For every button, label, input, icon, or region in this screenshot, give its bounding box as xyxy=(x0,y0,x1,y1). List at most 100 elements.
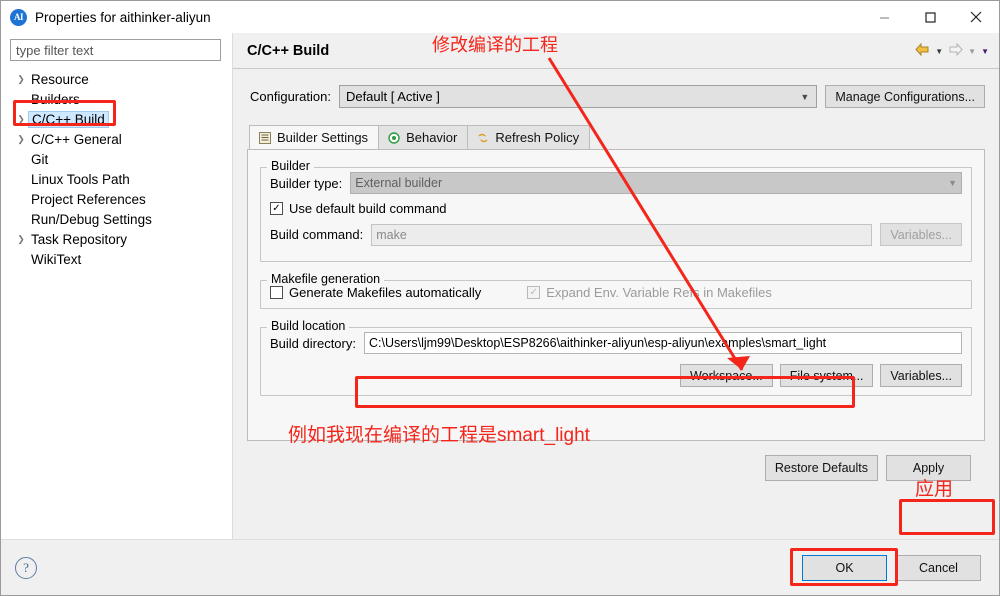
sidebar-item-resource[interactable]: ❯ Resource xyxy=(10,69,231,89)
sidebar-item-git[interactable]: ❯ Git xyxy=(10,149,231,169)
maximize-icon[interactable] xyxy=(907,1,953,33)
build-location-variables-button[interactable]: Variables... xyxy=(880,364,962,387)
makefile-generation-group: Makefile generation Generate Makefiles a… xyxy=(260,272,972,309)
settings-sidebar: type filter text ❯ Resource ❯ Builders ❯… xyxy=(1,33,232,539)
footer-buttons: OK Cancel xyxy=(802,554,981,581)
build-command-value: make xyxy=(376,227,407,242)
ok-button[interactable]: OK xyxy=(802,554,887,581)
filter-input[interactable]: type filter text xyxy=(10,39,221,61)
file-system-button[interactable]: File system... xyxy=(779,364,874,387)
sidebar-item-label: Task Repository xyxy=(31,231,128,247)
build-location-group-title: Build location xyxy=(267,319,350,333)
sidebar-item-label: Builders xyxy=(31,91,80,107)
help-icon[interactable]: ? xyxy=(15,556,37,579)
target-icon xyxy=(387,131,401,145)
dialog-body: type filter text ❯ Resource ❯ Builders ❯… xyxy=(1,33,999,539)
back-dropdown-caret-icon[interactable]: ▼ xyxy=(935,47,943,56)
chevron-down-icon: ▼ xyxy=(800,91,810,102)
settings-tree: ❯ Resource ❯ Builders ❯ C/C++ Build ❯ C/… xyxy=(1,69,231,269)
tab-builder-settings[interactable]: Builder Settings xyxy=(249,125,380,149)
workspace-button[interactable]: Workspace... xyxy=(680,364,773,387)
builder-type-row: Builder type: External builder ▼ xyxy=(270,172,962,194)
build-directory-label: Build directory: xyxy=(270,335,356,351)
expand-env-variable-refs-row: ✓ Expand Env. Variable Refs in Makefiles xyxy=(527,285,772,300)
build-command-input: make xyxy=(371,223,873,246)
chevron-right-icon[interactable]: ❯ xyxy=(14,234,28,245)
view-menu-caret-icon[interactable]: ▼ xyxy=(981,47,989,56)
dialog-footer: ? OK Cancel xyxy=(1,539,999,595)
chevron-right-icon[interactable]: ❯ xyxy=(14,74,28,85)
build-command-row: Build command: make Variables... xyxy=(270,223,962,246)
build-directory-row: Build directory: C:\Users\ljm99\Desktop\… xyxy=(270,332,962,354)
tab-behavior[interactable]: Behavior xyxy=(378,125,469,149)
configuration-row: Configuration: Default [ Active ] ▼ Mana… xyxy=(247,85,985,108)
sidebar-item-label: Run/Debug Settings xyxy=(31,211,152,227)
build-location-group: Build location Build directory: C:\Users… xyxy=(260,319,972,396)
page-title: C/C++ Build xyxy=(247,42,330,59)
sidebar-item-label: C/C++ Build xyxy=(28,110,109,128)
cancel-button[interactable]: Cancel xyxy=(896,554,981,581)
use-default-build-command-row[interactable]: ✓ Use default build command xyxy=(270,201,962,216)
refresh-icon xyxy=(476,131,490,145)
minimize-icon[interactable] xyxy=(861,1,907,33)
builder-type-label: Builder type: xyxy=(270,175,343,191)
build-location-buttons: Workspace... File system... Variables... xyxy=(270,364,962,387)
filter-placeholder: type filter text xyxy=(16,42,94,58)
configuration-value: Default [ Active ] xyxy=(345,89,440,104)
page-nav-icons: ▼ ▼ ▼ xyxy=(915,33,989,69)
sidebar-item-linux-tools-path[interactable]: ❯ Linux Tools Path xyxy=(10,169,231,189)
builder-type-value: External builder xyxy=(355,176,443,190)
settings-tabs: Builder Settings Behavior Refresh Policy xyxy=(247,125,985,149)
forward-dropdown-caret-icon: ▼ xyxy=(968,46,977,56)
builder-type-select: External builder ▼ xyxy=(350,172,962,194)
expand-env-variable-refs-label: Expand Env. Variable Refs in Makefiles xyxy=(546,285,772,300)
window-title: Properties for aithinker-aliyun xyxy=(35,9,211,25)
properties-dialog: AI Properties for aithinker-aliyun type … xyxy=(0,0,1000,596)
chevron-right-icon[interactable]: ❯ xyxy=(14,134,28,145)
tab-label: Refresh Policy xyxy=(495,130,580,145)
sidebar-item-project-references[interactable]: ❯ Project References xyxy=(10,189,231,209)
use-default-build-command-checkbox[interactable]: ✓ xyxy=(270,202,283,215)
generate-makefiles-row[interactable]: Generate Makefiles automatically xyxy=(270,285,481,300)
build-directory-input[interactable]: C:\Users\ljm99\Desktop\ESP8266\aithinker… xyxy=(363,332,962,354)
use-default-build-command-label: Use default build command xyxy=(289,201,447,216)
sidebar-item-cpp-general[interactable]: ❯ C/C++ General xyxy=(10,129,231,149)
sidebar-item-builders[interactable]: ❯ Builders xyxy=(10,89,231,109)
tab-refresh-policy[interactable]: Refresh Policy xyxy=(467,125,591,149)
chevron-down-icon: ▼ xyxy=(948,178,957,188)
sidebar-item-label: Linux Tools Path xyxy=(31,171,130,187)
configuration-label: Configuration: xyxy=(250,89,331,104)
configuration-select[interactable]: Default [ Active ] ▼ xyxy=(338,85,818,108)
manage-configurations-button[interactable]: Manage Configurations... xyxy=(825,85,985,108)
apply-button[interactable]: Apply xyxy=(886,455,971,481)
sidebar-item-label: Project References xyxy=(31,191,146,207)
close-icon[interactable] xyxy=(953,1,999,33)
apply-row: Restore Defaults Apply xyxy=(247,441,985,481)
page-content: Configuration: Default [ Active ] ▼ Mana… xyxy=(233,69,999,539)
title-bar: AI Properties for aithinker-aliyun xyxy=(1,1,999,33)
expand-env-variable-refs-checkbox: ✓ xyxy=(527,286,541,299)
build-command-label: Build command: xyxy=(270,227,364,242)
makefile-options-row: Generate Makefiles automatically ✓ Expan… xyxy=(270,285,962,300)
sidebar-item-run-debug-settings[interactable]: ❯ Run/Debug Settings xyxy=(10,209,231,229)
settings-page: C/C++ Build ▼ ▼ ▼ Configuration: Default… xyxy=(232,33,999,539)
forward-arrow-icon xyxy=(948,42,963,59)
sidebar-item-label: C/C++ General xyxy=(31,131,122,147)
sidebar-item-cpp-build[interactable]: ❯ C/C++ Build xyxy=(10,109,231,129)
builder-group-title: Builder xyxy=(267,159,314,173)
list-icon xyxy=(258,131,272,145)
builder-group: Builder Builder type: External builder ▼… xyxy=(260,159,972,262)
app-icon: AI xyxy=(10,8,27,26)
builder-settings-panel: Builder Builder type: External builder ▼… xyxy=(247,149,985,441)
build-directory-value: C:\Users\ljm99\Desktop\ESP8266\aithinker… xyxy=(368,336,827,350)
sidebar-item-task-repository[interactable]: ❯ Task Repository xyxy=(10,229,231,249)
restore-defaults-button[interactable]: Restore Defaults xyxy=(764,455,878,481)
generate-makefiles-checkbox[interactable] xyxy=(270,286,283,299)
generate-makefiles-label: Generate Makefiles automatically xyxy=(289,285,482,300)
chevron-right-icon[interactable]: ❯ xyxy=(14,114,28,125)
back-arrow-icon[interactable] xyxy=(915,42,930,59)
makefile-generation-group-title: Makefile generation xyxy=(267,272,385,286)
sidebar-item-label: Git xyxy=(31,151,49,167)
window-controls xyxy=(861,1,999,33)
sidebar-item-wikitext[interactable]: ❯ WikiText xyxy=(10,249,231,269)
